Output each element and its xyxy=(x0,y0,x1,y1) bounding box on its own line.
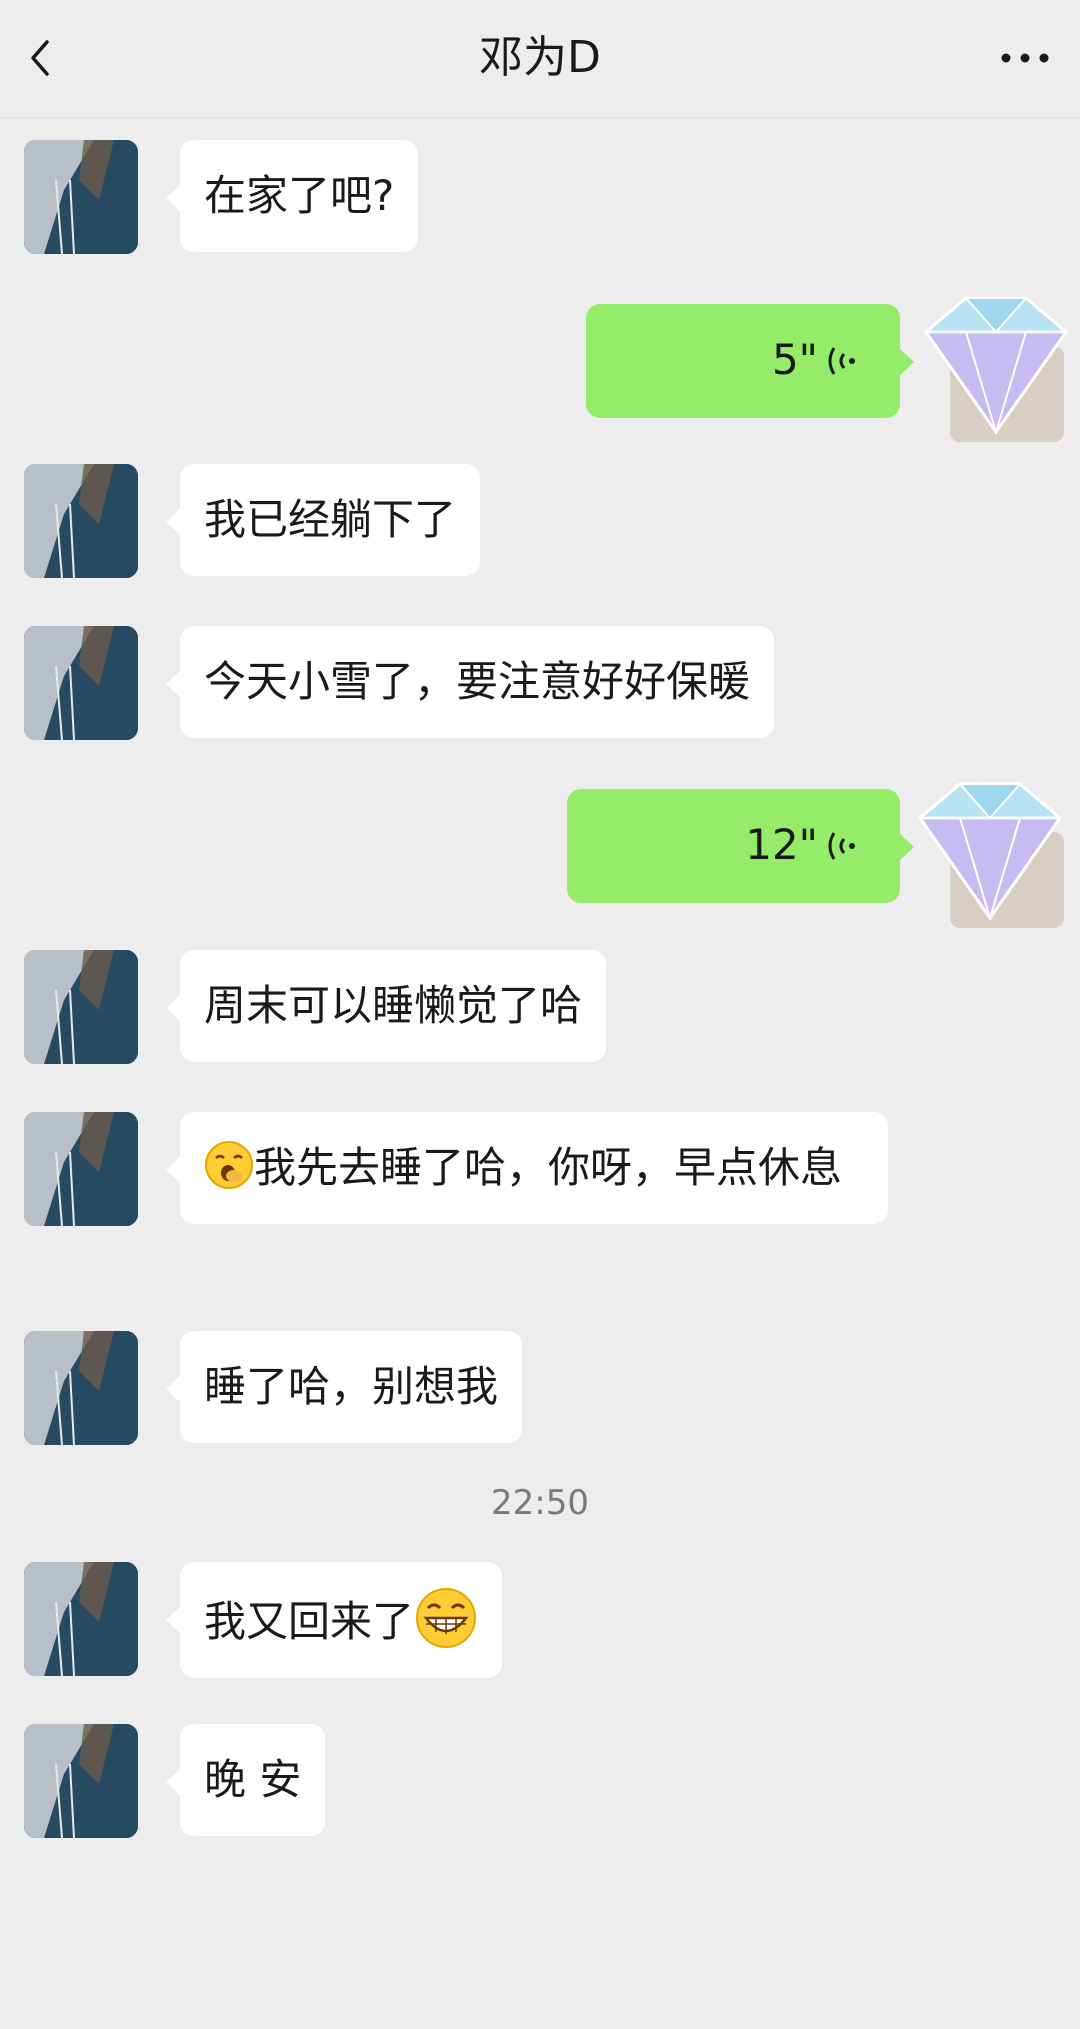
chat-header: 邓为D xyxy=(0,0,1080,118)
voice-wave-icon xyxy=(828,832,855,860)
voice-duration: 5" xyxy=(771,335,818,384)
yawn-emoji-icon xyxy=(205,1141,253,1189)
contact-avatar[interactable] xyxy=(24,464,138,578)
voice-message-bubble[interactable]: 12" xyxy=(567,789,914,903)
contact-avatar[interactable] xyxy=(24,1112,138,1226)
diamond-avatar-icon[interactable] xyxy=(906,778,1074,930)
message-timestamp: 22:50 xyxy=(491,1483,589,1523)
contact-avatar[interactable] xyxy=(24,1562,138,1676)
message-text: 我先去睡了哈，你呀，早点休息 xyxy=(254,1143,843,1192)
voice-wave-icon xyxy=(828,347,855,375)
chat-title: 邓为D xyxy=(479,32,601,83)
message-bubble-incoming[interactable]: 在家了吧? xyxy=(165,140,419,252)
diamond-avatar-icon[interactable] xyxy=(906,292,1074,444)
voice-message-bubble[interactable]: 5" xyxy=(586,304,914,418)
message-bubble-incoming[interactable]: 今天小雪了，要注意好好保暖 xyxy=(165,626,775,738)
message-bubble-incoming[interactable]: 我又回来了 xyxy=(165,1562,503,1678)
more-button[interactable] xyxy=(990,28,1060,88)
contact-avatar[interactable] xyxy=(24,1724,138,1838)
message-bubble-incoming[interactable]: 周末可以睡懒觉了哈 xyxy=(165,950,607,1062)
contact-avatar[interactable] xyxy=(24,626,138,740)
grin-emoji-icon xyxy=(416,1588,477,1648)
message-bubble-incoming[interactable]: 晚 安 xyxy=(165,1724,326,1836)
contact-avatar[interactable] xyxy=(24,1331,138,1445)
message-text: 我又回来了 xyxy=(204,1597,415,1646)
voice-duration: 12" xyxy=(745,820,818,869)
contact-avatar[interactable] xyxy=(24,950,138,1064)
message-bubble-incoming[interactable]: 我先去睡了哈，你呀，早点休息 xyxy=(166,1112,888,1224)
message-bubble-incoming[interactable]: 我已经躺下了 xyxy=(165,464,481,576)
message-bubble-incoming[interactable]: 睡了哈，别想我 xyxy=(165,1331,523,1443)
more-dots-icon xyxy=(1001,53,1049,63)
contact-avatar[interactable] xyxy=(24,140,138,254)
